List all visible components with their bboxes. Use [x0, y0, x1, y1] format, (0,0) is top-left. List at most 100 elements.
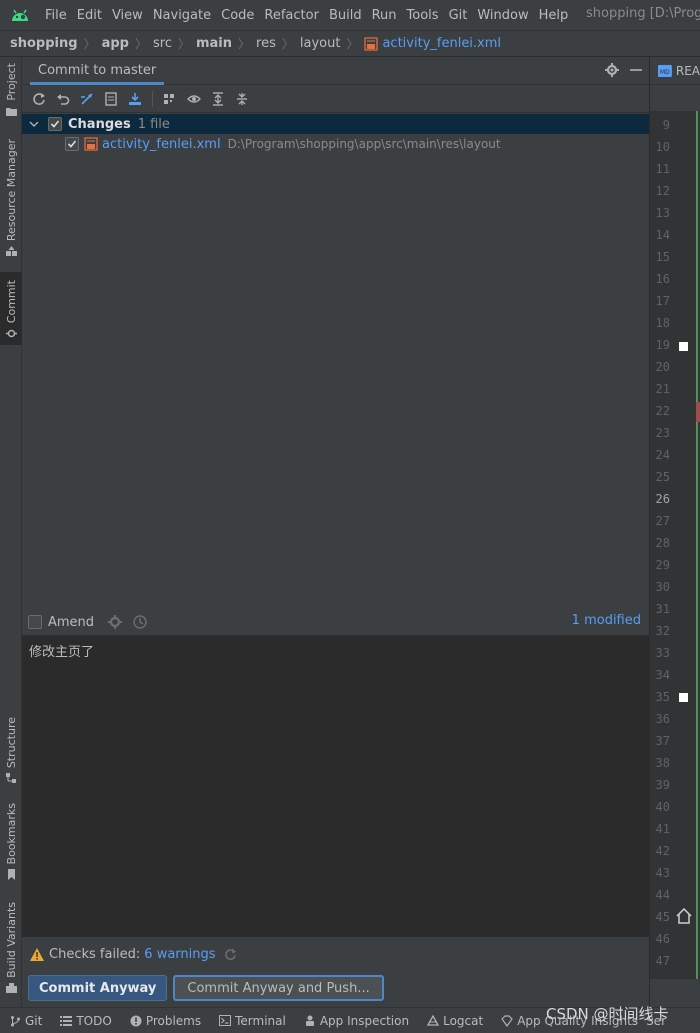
xml-layout-file-icon	[364, 36, 379, 51]
checks-failed-label: Checks failed:	[49, 946, 141, 962]
line-number: 42	[655, 844, 670, 858]
amend-label[interactable]: Amend	[48, 615, 94, 630]
tool-git[interactable]: Git	[10, 1014, 42, 1028]
line-number: 45	[655, 910, 670, 924]
tool-tab-commit[interactable]: Commit	[0, 272, 22, 346]
tool-label: Problems	[145, 1013, 202, 1028]
menu-edit[interactable]: Edit	[72, 8, 107, 23]
menu-navigate[interactable]: Navigate	[148, 8, 216, 23]
menu-git[interactable]: Git	[444, 8, 473, 23]
tool-label: Git	[25, 1013, 43, 1028]
breadcrumb: shopping 〉 app 〉 src 〉 main 〉 res 〉 layo…	[0, 30, 700, 57]
refresh-icon[interactable]	[30, 90, 48, 108]
modified-count-link[interactable]: 1 modified	[572, 613, 641, 628]
menu-file[interactable]: File	[40, 8, 72, 23]
tool-problems[interactable]: Problems	[130, 1014, 201, 1028]
collapse-all-icon[interactable]	[233, 90, 251, 108]
editor-tab-readme[interactable]: REA	[676, 64, 700, 78]
tree-row-file[interactable]: activity_fenlei.xml D:\Program\shopping\…	[22, 134, 649, 154]
line-number: 10	[655, 140, 670, 154]
eye-icon[interactable]	[185, 90, 203, 108]
csdn-watermark: CSDN @时间线卡	[546, 1005, 669, 1023]
minimize-icon[interactable]	[629, 63, 643, 77]
menu-code[interactable]: Code	[216, 8, 259, 23]
commit-tool-window: Commit to master Changes 1 file activity…	[22, 57, 649, 1007]
tab-commit-to-master[interactable]: Commit to master	[30, 57, 165, 85]
tool-app-inspection[interactable]: App Inspection	[304, 1014, 409, 1028]
line-number: 15	[655, 250, 670, 264]
commit-options-gear-icon[interactable]	[108, 615, 123, 629]
file-path: D:\Program\shopping\app\src\main\res\lay…	[227, 137, 501, 151]
shelve-icon[interactable]	[126, 90, 144, 108]
expand-all-icon[interactable]	[209, 90, 227, 108]
tool-logcat[interactable]: Logcat	[427, 1014, 483, 1028]
home-icon[interactable]	[676, 908, 692, 924]
breadcrumb-res[interactable]: res	[256, 36, 276, 51]
amend-checkbox[interactable]	[28, 615, 42, 629]
tree-row-changes[interactable]: Changes 1 file	[22, 114, 649, 134]
breadcrumb-main[interactable]: main	[196, 36, 232, 51]
menu-refactor[interactable]: Refactor	[259, 8, 324, 23]
breadcrumb-file[interactable]: activity_fenlei.xml	[382, 36, 501, 51]
tool-label: Terminal	[235, 1013, 286, 1028]
diamond-icon	[501, 1014, 513, 1027]
breadcrumb-app[interactable]: app	[102, 36, 129, 51]
android-studio-logo-icon	[0, 0, 40, 30]
changes-tree: Changes 1 file activity_fenlei.xml D:\Pr…	[22, 114, 649, 662]
tool-label: TODO	[76, 1013, 112, 1028]
menu-view[interactable]: View	[107, 8, 148, 23]
menu-run[interactable]: Run	[367, 8, 402, 23]
line-number-gutter: 9 10 11 12 13 14 15 16 17 18 19 20 21 22 23 24 25 26 27 28 2…	[650, 111, 700, 979]
amend-row: Amend 1 modified	[22, 611, 649, 633]
commit-icon	[5, 329, 17, 338]
tool-tab-label: Build Variants	[4, 902, 18, 978]
menu-help[interactable]: Help	[534, 8, 574, 23]
tool-tab-project[interactable]: Project	[0, 63, 22, 117]
commit-message-input[interactable]: 修改主页了	[22, 635, 649, 937]
line-number: 27	[655, 514, 670, 528]
rollback-icon[interactable]	[54, 90, 72, 108]
menu-window[interactable]: Window	[472, 8, 533, 23]
commit-anyway-and-push-button[interactable]: Commit Anyway and Push...	[173, 975, 384, 1001]
tool-tab-bookmarks[interactable]: Bookmarks	[0, 803, 22, 881]
file-checkbox[interactable]	[65, 137, 79, 151]
chevron-right-icon: 〉	[346, 37, 359, 51]
breadcrumb-src[interactable]: src	[153, 36, 172, 51]
tool-tab-resource-manager[interactable]: Resource Manager	[0, 139, 22, 257]
show-diff-icon[interactable]	[78, 90, 96, 108]
bookmark-marker[interactable]	[679, 693, 688, 702]
left-tool-window-strip: Project Resource Manager Commit Structur…	[0, 57, 22, 1007]
menu-bar: File Edit View Navigate Code Refactor Bu…	[0, 0, 700, 30]
window-title: shopping [D:\Progr	[586, 6, 700, 21]
vcs-deleted-marker	[696, 402, 700, 422]
line-number: 14	[655, 228, 670, 242]
line-number: 34	[655, 668, 670, 682]
line-number: 43	[655, 866, 670, 880]
chevron-right-icon: 〉	[177, 37, 190, 51]
breadcrumb-shopping[interactable]: shopping	[10, 36, 78, 51]
line-number: 33	[655, 646, 670, 660]
tool-terminal[interactable]: Terminal	[219, 1014, 286, 1028]
gear-icon[interactable]	[605, 63, 619, 77]
line-number: 22	[655, 404, 670, 418]
tool-tab-label: Project	[4, 63, 18, 101]
menu-tools[interactable]: Tools	[402, 8, 444, 23]
group-by-icon[interactable]	[161, 90, 179, 108]
tool-tab-structure[interactable]: Structure	[0, 717, 22, 784]
line-number: 44	[655, 888, 670, 902]
logcat-icon	[427, 1015, 440, 1026]
tool-tab-build-variants[interactable]: Build Variants	[0, 902, 22, 994]
commit-history-clock-icon[interactable]	[133, 615, 147, 629]
line-number: 32	[655, 624, 670, 638]
bookmark-marker[interactable]	[679, 342, 688, 351]
commit-anyway-button[interactable]: Commit Anyway	[28, 975, 168, 1001]
tool-todo[interactable]: TODO	[60, 1013, 112, 1028]
changes-checkbox[interactable]	[48, 117, 62, 131]
chevron-down-icon[interactable]	[29, 119, 39, 129]
warnings-link[interactable]: 6 warnings	[144, 947, 215, 962]
changelist-icon[interactable]	[102, 90, 120, 108]
rerun-checks-icon[interactable]	[224, 948, 237, 961]
menu-build[interactable]: Build	[324, 8, 367, 23]
tool-tab-label: Structure	[4, 717, 18, 769]
breadcrumb-layout[interactable]: layout	[300, 36, 341, 51]
